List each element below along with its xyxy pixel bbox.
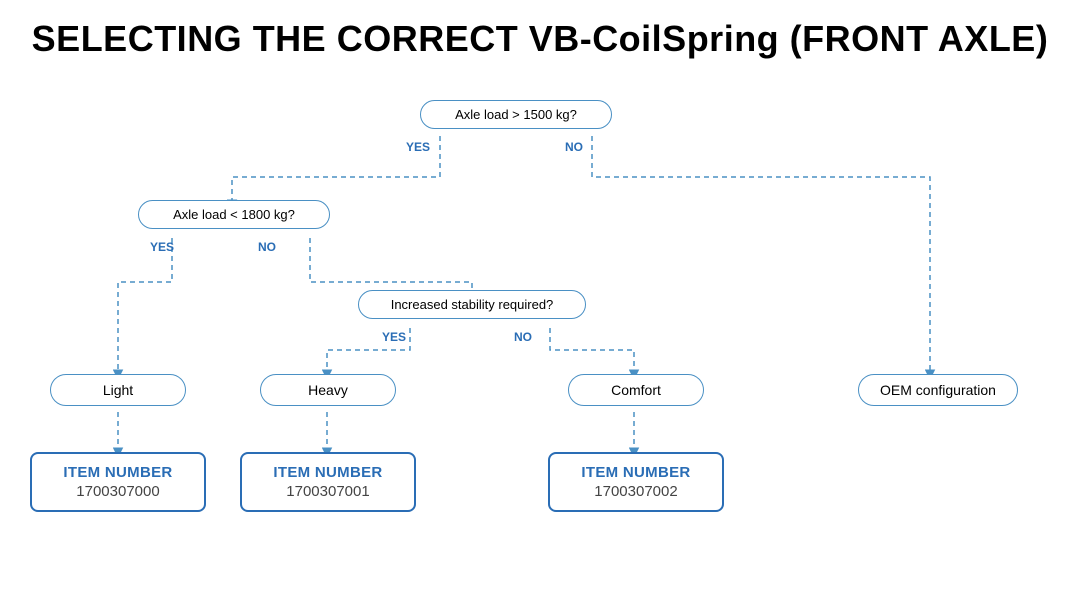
decision-2-yes: YES	[150, 240, 174, 254]
item-box-2: ITEM NUMBER 1700307002	[548, 452, 724, 512]
result-light: Light	[50, 374, 186, 406]
decision-1: Axle load > 1500 kg?	[420, 100, 612, 129]
decision-2: Axle load < 1800 kg?	[138, 200, 330, 229]
item-box-0: ITEM NUMBER 1700307000	[30, 452, 206, 512]
page: SELECTING THE CORRECT VB-CoilSpring (FRO…	[0, 0, 1080, 608]
result-comfort: Comfort	[568, 374, 704, 406]
page-title: SELECTING THE CORRECT VB-CoilSpring (FRO…	[20, 18, 1060, 60]
item-box-1: ITEM NUMBER 1700307001	[240, 452, 416, 512]
decision-3-no: NO	[514, 330, 532, 344]
decision-1-no: NO	[565, 140, 583, 154]
diagram: Axle load > 1500 kg? YES NO Axle load < …	[20, 82, 1060, 512]
decision-2-no: NO	[258, 240, 276, 254]
decision-3: Increased stability required?	[358, 290, 586, 319]
result-heavy: Heavy	[260, 374, 396, 406]
decision-1-yes: YES	[406, 140, 430, 154]
result-oem: OEM configuration	[858, 374, 1018, 406]
decision-3-yes: YES	[382, 330, 406, 344]
